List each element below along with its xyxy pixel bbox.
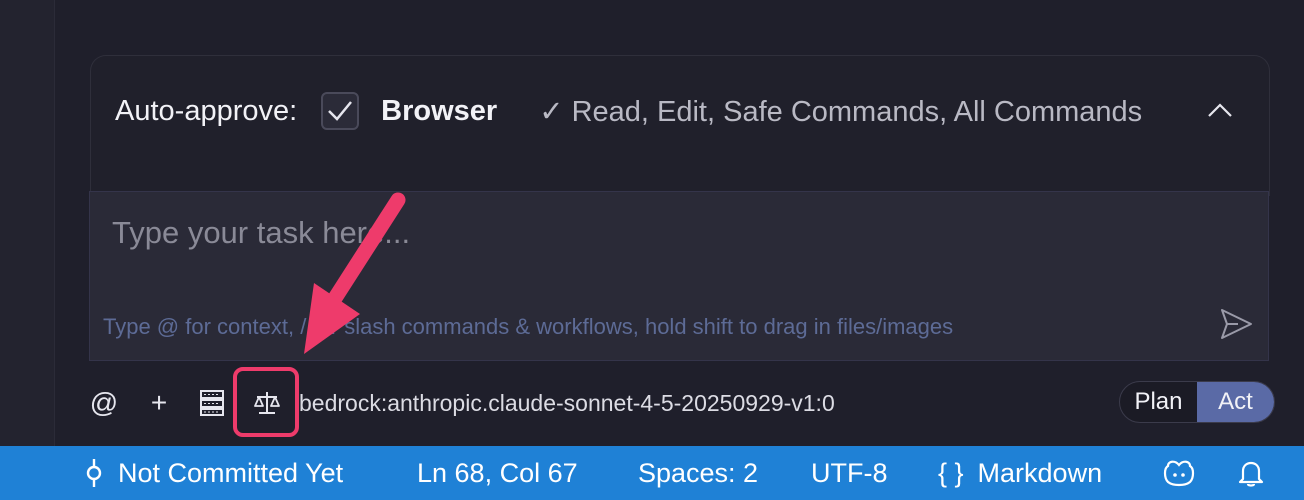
cursor-position[interactable]: Ln 68, Col 67: [417, 446, 578, 500]
encoding-label: UTF-8: [811, 457, 888, 488]
checkmark-icon: [328, 101, 353, 121]
copilot-status[interactable]: [1162, 446, 1196, 500]
status-bar: Not Committed Yet Ln 68, Col 67 Spaces: …: [0, 446, 1304, 500]
language-mode[interactable]: { } Markdown: [938, 446, 1102, 500]
task-input-box[interactable]: Type @ for context, / for slash commands…: [89, 191, 1269, 361]
mcp-servers-button[interactable]: [197, 388, 227, 418]
plan-mode-button[interactable]: Plan: [1120, 382, 1197, 422]
annotation-arrow-icon: [304, 192, 406, 354]
browser-label: Browser: [381, 94, 498, 127]
git-commit-icon: [86, 459, 102, 487]
plan-act-toggle[interactable]: Plan Act: [1119, 381, 1275, 423]
git-status[interactable]: Not Committed Yet: [84, 446, 343, 500]
plus-icon: +: [150, 387, 168, 418]
send-icon[interactable]: [1216, 304, 1256, 344]
model-selector[interactable]: bedrock:anthropic.claude-sonnet-4-5-2025…: [299, 390, 835, 417]
git-status-label: Not Committed Yet: [118, 457, 344, 488]
auto-approve-bar[interactable]: Auto-approve: Browser ✓ Read, Edit, Safe…: [115, 82, 1235, 140]
auto-approve-label: Auto-approve:: [115, 94, 298, 127]
at-icon: @: [89, 387, 119, 418]
approved-actions-summary[interactable]: ✓ Read, Edit, Safe Commands, All Command…: [539, 94, 1159, 129]
bell-icon: [1238, 461, 1264, 487]
braces-icon: { }: [938, 457, 964, 488]
browser-checkbox[interactable]: [321, 92, 360, 130]
task-input-hint: Type @ for context, / for slash commands…: [103, 314, 954, 339]
indentation-label: Spaces: 2: [638, 457, 759, 488]
copilot-icon: [1163, 460, 1195, 487]
editor-gutter: [0, 0, 55, 446]
add-files-button[interactable]: +: [144, 387, 174, 418]
mention-context-button[interactable]: @: [89, 387, 119, 418]
notifications-button[interactable]: [1238, 446, 1264, 500]
annotation-highlight-box: [233, 367, 299, 437]
encoding-status[interactable]: UTF-8: [811, 446, 888, 500]
language-label: Markdown: [977, 457, 1103, 488]
task-input[interactable]: [110, 214, 1194, 252]
cursor-position-label: Ln 68, Col 67: [417, 457, 578, 488]
act-mode-button[interactable]: Act: [1197, 382, 1274, 422]
chevron-up-icon[interactable]: [1205, 96, 1235, 126]
indentation-status[interactable]: Spaces: 2: [638, 446, 758, 500]
server-icon: [200, 390, 224, 416]
